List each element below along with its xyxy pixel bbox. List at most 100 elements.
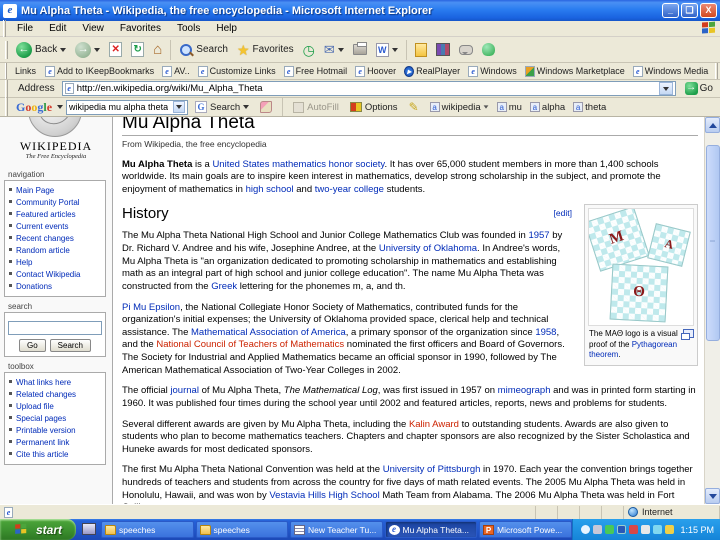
address-input[interactable]: e http://en.wikipedia.org/wiki/Mu_Alpha_… bbox=[61, 81, 676, 96]
history-button[interactable]: ◷ bbox=[299, 38, 319, 61]
menu-grip[interactable] bbox=[3, 19, 6, 38]
links-bar-item[interactable]: Windows Marketplace bbox=[521, 65, 629, 77]
forward-button[interactable]: → bbox=[71, 38, 104, 61]
menu-item[interactable]: Tools bbox=[169, 23, 208, 34]
address-url[interactable]: http://en.wikipedia.org/wiki/Mu_Alpha_Th… bbox=[77, 83, 656, 94]
taskbar-window-button[interactable]: P Microsoft Powe... bbox=[479, 521, 572, 538]
back-dropdown-icon[interactable] bbox=[60, 47, 67, 52]
edit-dropdown-icon[interactable] bbox=[391, 47, 398, 52]
highlight-button[interactable]: ✎ bbox=[405, 99, 423, 116]
toolbox-link[interactable]: Related changes bbox=[9, 388, 103, 400]
toolbox-link[interactable]: Upload file bbox=[9, 400, 103, 412]
links-bar-item[interactable]: e Add to IKeepBookmarks bbox=[41, 65, 158, 77]
wiki-search-input[interactable] bbox=[8, 320, 102, 335]
vertical-scrollbar[interactable] bbox=[704, 117, 720, 504]
scroll-down-button[interactable] bbox=[705, 488, 720, 504]
scrollbar-track[interactable] bbox=[705, 133, 720, 488]
links-bar-item[interactable]: e Free Hotmail bbox=[280, 65, 352, 77]
menu-item[interactable]: Help bbox=[208, 23, 245, 34]
tray-icon[interactable] bbox=[653, 525, 663, 534]
toolbar-grip[interactable] bbox=[5, 40, 8, 59]
google-logo-dropdown-icon[interactable] bbox=[57, 105, 64, 109]
favorites-button[interactable]: ★ Favorites bbox=[233, 38, 298, 61]
sidebar-nav-link[interactable]: Community Portal bbox=[9, 196, 103, 208]
back-button[interactable]: ← Back bbox=[12, 38, 70, 61]
taskbar-window-button[interactable]: e Mu Alpha Theta... bbox=[384, 521, 477, 538]
forward-dropdown-icon[interactable] bbox=[94, 47, 101, 52]
google-search-input[interactable]: wikipedia mu alpha theta bbox=[66, 99, 189, 115]
sidebar-nav-link[interactable]: Contact Wikipedia bbox=[9, 268, 103, 280]
scrollbar-thumb[interactable] bbox=[706, 145, 720, 341]
address-dropdown-button[interactable] bbox=[658, 82, 673, 95]
word-find-button[interactable]: a mu bbox=[493, 99, 526, 115]
start-button[interactable]: start bbox=[0, 519, 76, 540]
google-input-dropdown[interactable] bbox=[173, 101, 186, 113]
sidebar-nav-link[interactable]: Random article bbox=[9, 244, 103, 256]
sidebar-nav-link[interactable]: Main Page bbox=[9, 184, 103, 196]
google-logo[interactable]: Google bbox=[14, 100, 54, 115]
word-find-button[interactable]: a wikipedia bbox=[426, 99, 493, 115]
links-bar-item[interactable]: e Hoover bbox=[351, 65, 400, 77]
address-grip[interactable] bbox=[5, 79, 8, 98]
google-search-dropdown-icon[interactable] bbox=[243, 105, 250, 109]
pagerank-button[interactable] bbox=[256, 99, 276, 116]
search-button[interactable]: Search bbox=[175, 38, 232, 61]
links-grip[interactable] bbox=[5, 63, 7, 79]
mail-button[interactable]: ✉ bbox=[320, 38, 348, 61]
menu-item[interactable]: Favorites bbox=[112, 23, 169, 34]
autofill-button[interactable]: AutoFill bbox=[289, 99, 343, 116]
minimize-button[interactable]: _ bbox=[662, 3, 679, 18]
print-button[interactable] bbox=[349, 38, 371, 61]
menu-item[interactable]: Edit bbox=[41, 23, 74, 34]
wiki-search-button[interactable]: Search bbox=[49, 339, 92, 352]
links-bar-item[interactable]: e Customize Links bbox=[194, 65, 280, 77]
refresh-button[interactable]: ↻ bbox=[127, 38, 148, 61]
taskbar-window-button[interactable]: New Teacher Tu... bbox=[290, 521, 383, 538]
links-bar-item[interactable]: e Windows bbox=[464, 65, 521, 77]
logo-thumbnail-box[interactable]: Μ Α Θ The ΜΑΘ logo is a visual proof of … bbox=[584, 204, 698, 366]
taskbar-window-button[interactable]: speeches bbox=[101, 521, 194, 538]
sidebar-nav-link[interactable]: Donations bbox=[9, 280, 103, 292]
edit-section-link[interactable]: [edit] bbox=[554, 208, 572, 219]
toolbox-link[interactable]: Permanent link bbox=[9, 436, 103, 448]
word-find-button[interactable]: a theta bbox=[569, 99, 610, 115]
links-bar-item[interactable]: ▸ RealPlayer bbox=[400, 65, 464, 77]
toolbox-link[interactable]: What links here bbox=[9, 376, 103, 388]
edit-button[interactable]: W bbox=[372, 38, 402, 61]
tray-icon[interactable] bbox=[617, 525, 627, 534]
notes-button[interactable] bbox=[411, 38, 431, 61]
tray-icon[interactable] bbox=[581, 525, 591, 534]
messenger-button[interactable] bbox=[478, 38, 499, 61]
google-search-button[interactable]: G Search bbox=[191, 99, 253, 116]
google-grip[interactable] bbox=[5, 98, 8, 116]
tray-icon[interactable] bbox=[641, 525, 651, 534]
discuss-button[interactable] bbox=[455, 38, 477, 61]
links-bar-item[interactable]: e Windows Media bbox=[629, 65, 713, 77]
toolbox-link[interactable]: Printable version bbox=[9, 424, 103, 436]
home-button[interactable]: ⌂ bbox=[149, 38, 166, 61]
tray-icon[interactable] bbox=[629, 525, 639, 534]
tray-icon[interactable] bbox=[593, 525, 603, 534]
word-find-button[interactable]: a alpha bbox=[526, 99, 569, 115]
enlarge-icon[interactable] bbox=[681, 329, 694, 341]
sidebar-nav-link[interactable]: Recent changes bbox=[9, 232, 103, 244]
options-button[interactable]: Options bbox=[346, 99, 402, 116]
scroll-up-button[interactable] bbox=[705, 117, 720, 133]
restore-button[interactable]: ❏ bbox=[681, 3, 698, 18]
tray-icon[interactable] bbox=[605, 525, 615, 534]
tray-icon[interactable] bbox=[665, 525, 675, 534]
stop-button[interactable]: ✕ bbox=[105, 38, 126, 61]
taskbar-window-button[interactable]: speeches bbox=[195, 521, 288, 538]
sidebar-nav-link[interactable]: Help bbox=[9, 256, 103, 268]
toolbox-link[interactable]: Cite this article bbox=[9, 448, 103, 460]
close-button[interactable]: X bbox=[700, 3, 717, 18]
links-bar-item[interactable]: e AV.. bbox=[158, 65, 194, 77]
sidebar-nav-link[interactable]: Current events bbox=[9, 220, 103, 232]
mu-alpha-theta-logo-image[interactable]: Μ Α Θ bbox=[588, 208, 694, 327]
wiki-go-button[interactable]: Go bbox=[18, 339, 46, 352]
menu-item[interactable]: File bbox=[9, 23, 41, 34]
research-button[interactable] bbox=[432, 38, 454, 61]
quick-launch-icon[interactable] bbox=[82, 523, 96, 535]
toolbox-link[interactable]: Special pages bbox=[9, 412, 103, 424]
sidebar-nav-link[interactable]: Featured articles bbox=[9, 208, 103, 220]
